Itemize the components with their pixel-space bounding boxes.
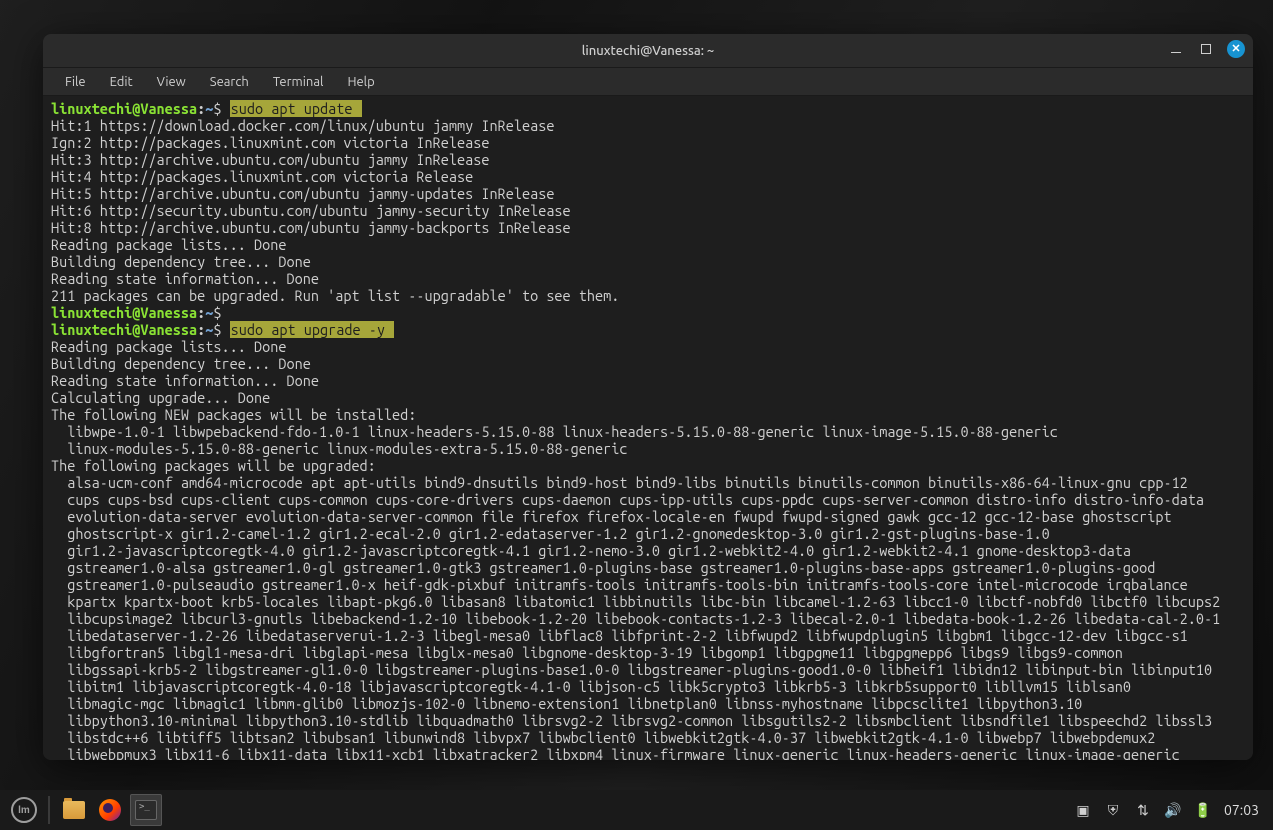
tray-icon-1[interactable]: ▣: [1074, 802, 1092, 819]
terminal-window: linuxtechi@Vanessa: ~ ✕ File Edit View S…: [43, 34, 1253, 760]
menu-file[interactable]: File: [55, 72, 96, 92]
taskbar-left: lm: [8, 794, 162, 826]
terminal-launcher[interactable]: [130, 794, 162, 826]
minimize-button[interactable]: [1167, 40, 1185, 58]
menu-help[interactable]: Help: [337, 72, 384, 92]
taskbar-separator: [48, 796, 50, 824]
menu-view[interactable]: View: [147, 72, 196, 92]
firefox-launcher[interactable]: [94, 794, 126, 826]
terminal-output[interactable]: linuxtechi@Vanessa:~$ sudo apt update Hi…: [43, 96, 1253, 760]
menubar: File Edit View Search Terminal Help: [43, 68, 1253, 96]
menu-terminal[interactable]: Terminal: [263, 72, 334, 92]
firefox-icon: [99, 799, 121, 821]
menu-edit[interactable]: Edit: [100, 72, 143, 92]
maximize-button[interactable]: [1197, 40, 1215, 58]
taskbar-right: ▣ ⛨ ⇅ 🔊 🔋 07:03: [1074, 802, 1265, 819]
mint-logo-icon: lm: [11, 797, 37, 823]
network-icon[interactable]: ⇅: [1134, 802, 1152, 819]
file-manager-launcher[interactable]: [58, 794, 90, 826]
start-menu-button[interactable]: lm: [8, 794, 40, 826]
window-titlebar[interactable]: linuxtechi@Vanessa: ~ ✕: [43, 34, 1253, 68]
terminal-icon: [135, 800, 157, 820]
menu-search[interactable]: Search: [200, 72, 259, 92]
window-controls: ✕: [1167, 40, 1245, 58]
volume-icon[interactable]: 🔊: [1164, 802, 1182, 819]
folder-icon: [63, 801, 85, 819]
clock[interactable]: 07:03: [1224, 802, 1265, 818]
close-button[interactable]: ✕: [1227, 40, 1245, 58]
window-title: linuxtechi@Vanessa: ~: [582, 44, 715, 58]
taskbar: lm ▣ ⛨ ⇅ 🔊 🔋 07:03: [0, 790, 1273, 830]
shield-icon[interactable]: ⛨: [1104, 802, 1122, 819]
battery-icon[interactable]: 🔋: [1194, 802, 1212, 819]
